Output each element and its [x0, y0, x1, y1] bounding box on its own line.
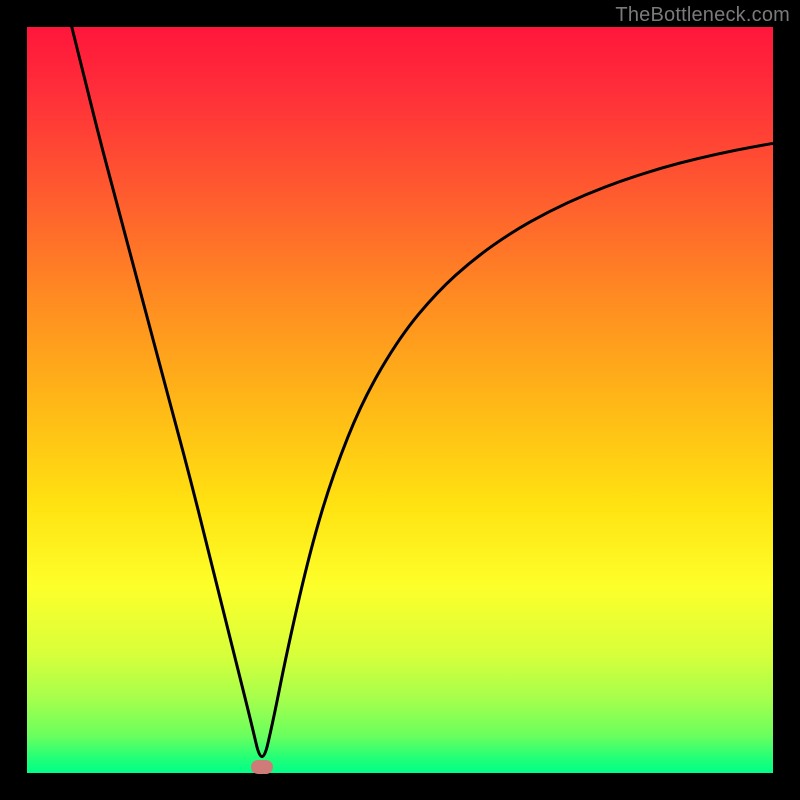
chart-frame: TheBottleneck.com: [0, 0, 800, 800]
minimum-marker: [251, 760, 273, 774]
watermark-text: TheBottleneck.com: [615, 4, 790, 27]
chart-plot-area: [27, 27, 773, 773]
